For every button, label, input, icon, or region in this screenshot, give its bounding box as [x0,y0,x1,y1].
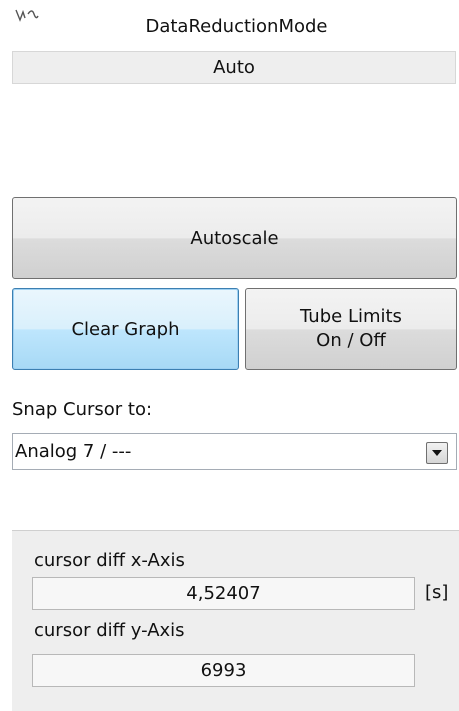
cursor-diff-x-label: cursor diff x-Axis [34,550,185,571]
data-reduction-mode-value[interactable]: Auto [12,51,456,84]
tube-limits-label-line2: On / Off [316,330,386,351]
autoscale-button[interactable]: Autoscale [12,197,457,279]
tube-limits-label-line1: Tube Limits [300,305,402,327]
data-reduction-mode-title: DataReductionMode [145,16,328,37]
cursor-diff-x-value: 4,52407 [32,577,415,610]
triangle-down-icon [432,450,442,456]
clear-graph-button[interactable]: Clear Graph [12,288,239,370]
dropdown-button[interactable] [426,442,448,464]
tube-limits-toggle-button[interactable]: Tube Limits On / Off [245,288,457,370]
cursor-diff-x-unit: [s] [425,582,449,603]
snap-cursor-label: Snap Cursor to: [12,399,153,420]
autoscale-button-label: Autoscale [190,227,279,249]
cursor-diff-y-value: 6993 [32,654,415,687]
clear-graph-button-label: Clear Graph [71,318,180,340]
snap-cursor-select[interactable]: Analog 7 / --- [12,433,457,470]
cursor-diff-panel: cursor diff x-Axis 4,52407 [s] cursor di… [12,530,459,711]
cursor-diff-y-label: cursor diff y-Axis [34,620,185,641]
snap-cursor-selected-value: Analog 7 / --- [15,441,132,462]
